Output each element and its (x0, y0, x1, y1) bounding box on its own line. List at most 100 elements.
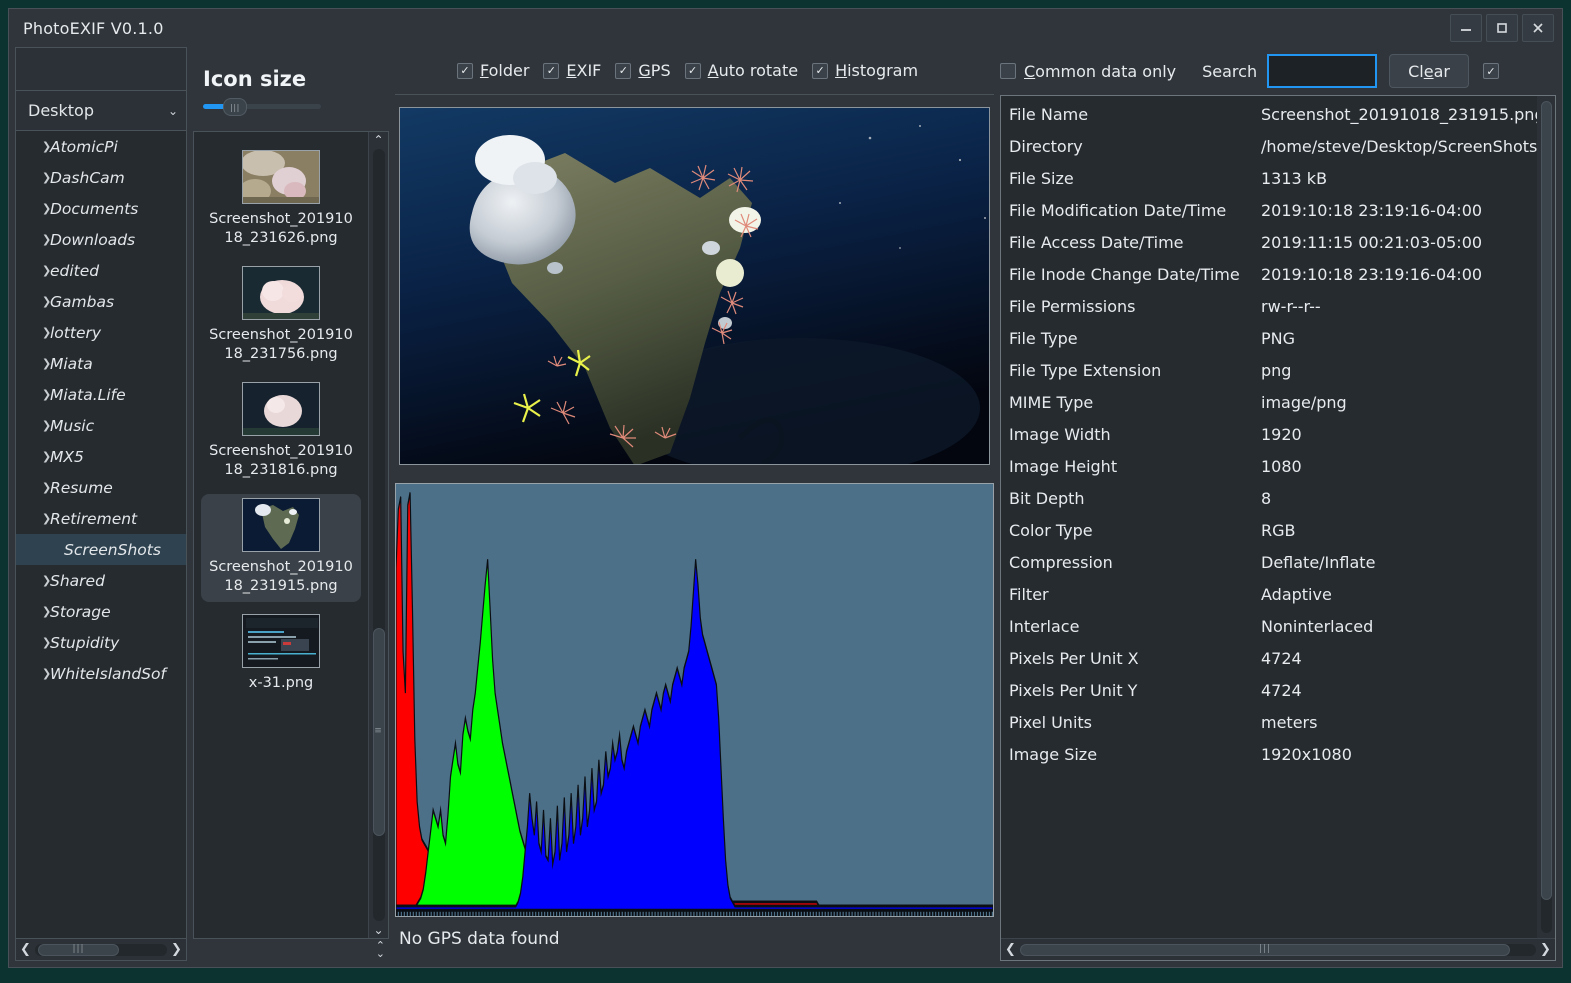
thumbnail-filename: x-31.png (206, 674, 356, 693)
exif-row[interactable]: Image Size1920x1080 (1009, 738, 1537, 770)
thumbnail-item[interactable]: x-31.png (201, 610, 361, 699)
exif-row[interactable]: File Access Date/Time2019:11:15 00:21:03… (1009, 226, 1537, 258)
folder-tree-item[interactable]: ❯Resume (16, 472, 186, 503)
exif-key: File Type (1009, 329, 1261, 348)
folder-tree-item[interactable]: ❯MX5 (16, 441, 186, 472)
folder-tree-item[interactable]: ❯Stupidity (16, 627, 186, 658)
scroll-right-icon[interactable]: ❯ (170, 943, 183, 956)
thumbnail-item[interactable]: Screenshot_20191018_231915.png (201, 494, 361, 602)
minimize-button[interactable] (1450, 14, 1482, 42)
checkbox[interactable] (812, 63, 828, 79)
clear-button[interactable]: Clear (1389, 54, 1469, 88)
exif-extra-checkbox[interactable] (1483, 63, 1499, 79)
exif-row[interactable]: File Type Extensionpng (1009, 354, 1537, 386)
main-body: Desktop ⌄ ❯AtomicPi❯DashCam❯Documents❯Do… (9, 47, 1562, 967)
folder-tree-item[interactable]: ❯Shared (16, 565, 186, 596)
exif-key: MIME Type (1009, 393, 1261, 412)
exif-row[interactable]: File NameScreenshot_20191018_231915.png (1009, 98, 1537, 130)
exif-row[interactable]: Pixels Per Unit Y4724 (1009, 674, 1537, 706)
exif-row[interactable]: Bit Depth8 (1009, 482, 1537, 514)
thumbnail-item[interactable]: Screenshot_20191018_231626.png (201, 146, 361, 254)
toolbar-option-folder[interactable]: Folder (457, 61, 529, 80)
exif-row[interactable]: Pixel Unitsmeters (1009, 706, 1537, 738)
folder-tree-item[interactable]: ScreenShots (16, 534, 186, 565)
spinner-down-icon[interactable]: ⌄ (376, 950, 385, 958)
checkbox[interactable] (615, 63, 631, 79)
folder-tree-item[interactable]: ❯DashCam (16, 162, 186, 193)
folder-tree-item[interactable]: ❯edited (16, 255, 186, 286)
toolbar-option-exif[interactable]: EXIF (543, 61, 601, 80)
exif-hscroll-track[interactable]: ||| (1020, 944, 1536, 956)
hscroll-track[interactable]: ||| (35, 944, 167, 956)
exif-hscrollbar[interactable]: ❮ ||| ❯ (1001, 938, 1555, 960)
exif-row[interactable]: Image Height1080 (1009, 450, 1537, 482)
exif-key: File Permissions (1009, 297, 1261, 316)
exif-row[interactable]: Color TypeRGB (1009, 514, 1537, 546)
common-data-only-checkbox[interactable] (1000, 63, 1016, 79)
folder-tree-item[interactable]: ❯Storage (16, 596, 186, 627)
folder-tree-item[interactable]: ❯Retirement (16, 503, 186, 534)
exif-scroll-right-icon[interactable]: ❯ (1539, 943, 1552, 956)
exif-row[interactable]: File TypePNG (1009, 322, 1537, 354)
folder-tree-item[interactable]: ❯Miata (16, 348, 186, 379)
filter-box[interactable] (15, 47, 187, 91)
toolbar-option-auto-rotate[interactable]: Auto rotate (685, 61, 798, 80)
exif-key: File Modification Date/Time (1009, 201, 1261, 220)
scroll-up-icon[interactable]: ⌃ (373, 134, 383, 146)
exif-panel: Common data only Search Clear File NameS… (1000, 47, 1556, 961)
toolbar-option-gps[interactable]: GPS (615, 61, 670, 80)
exif-row[interactable]: File Modification Date/Time2019:10:18 23… (1009, 194, 1537, 226)
exif-row[interactable]: Pixels Per Unit X4724 (1009, 642, 1537, 674)
thumbnail-list[interactable]: Screenshot_20191018_231626.pngScreenshot… (194, 132, 368, 938)
checkbox[interactable] (685, 63, 701, 79)
exif-vscrollbar[interactable] (1537, 96, 1555, 938)
exif-vscroll-track[interactable] (1541, 101, 1552, 933)
root-path-combo[interactable]: Desktop ⌄ (15, 91, 187, 131)
exif-row[interactable]: File Size1313 kB (1009, 162, 1537, 194)
folder-tree-item[interactable]: ❯lottery (16, 317, 186, 348)
exif-scroll-left-icon[interactable]: ❮ (1004, 943, 1017, 956)
exif-row[interactable]: CompressionDeflate/Inflate (1009, 546, 1537, 578)
scroll-down-icon[interactable]: ⌄ (373, 924, 383, 936)
search-input[interactable] (1267, 54, 1377, 88)
exif-value: meters (1261, 713, 1317, 732)
exif-row[interactable]: Directory/home/steve/Desktop/ScreenShots (1009, 130, 1537, 162)
folder-tree[interactable]: ❯AtomicPi❯DashCam❯Documents❯Downloads❯ed… (15, 131, 187, 939)
folder-tree-item[interactable]: ❯Documents (16, 193, 186, 224)
maximize-button[interactable] (1486, 14, 1518, 42)
folder-tree-item[interactable]: ❯Music (16, 410, 186, 441)
thumbnail-spinner[interactable]: ⌃ ⌄ (376, 942, 385, 958)
thumbnail-item[interactable]: Screenshot_20191018_231756.png (201, 262, 361, 370)
scroll-left-icon[interactable]: ❮ (19, 943, 32, 956)
folder-tree-item[interactable]: ❯WhiteIslandSof (16, 658, 186, 689)
thumbnail-image (242, 498, 320, 552)
exif-row[interactable]: FilterAdaptive (1009, 578, 1537, 610)
folder-tree-item[interactable]: ❯AtomicPi (16, 131, 186, 162)
checkbox[interactable] (543, 63, 559, 79)
exif-row[interactable]: MIME Typeimage/png (1009, 386, 1537, 418)
hscroll-thumb[interactable]: ||| (38, 944, 120, 956)
exif-row[interactable]: File Permissionsrw-r--r-- (1009, 290, 1537, 322)
exif-hscroll-thumb[interactable]: ||| (1020, 944, 1510, 956)
checkbox[interactable] (457, 63, 473, 79)
exif-value: rw-r--r-- (1261, 297, 1321, 316)
exif-row[interactable]: Image Width1920 (1009, 418, 1537, 450)
vscroll-track[interactable]: ≡ (373, 149, 385, 921)
exif-row[interactable]: InterlaceNoninterlaced (1009, 610, 1537, 642)
thumbnail-item[interactable]: Screenshot_20191018_231816.png (201, 378, 361, 486)
preview-image[interactable] (399, 107, 990, 465)
close-button[interactable] (1522, 14, 1554, 42)
folder-tree-item[interactable]: ❯Miata.Life (16, 379, 186, 410)
icon-size-slider[interactable]: ||| (203, 101, 323, 111)
slider-handle[interactable]: ||| (223, 98, 247, 116)
toolbar-option-histogram[interactable]: Histogram (812, 61, 918, 80)
folder-tree-hscrollbar[interactable]: ❮ ||| ❯ (15, 939, 187, 961)
folder-tree-item[interactable]: ❯Gambas (16, 286, 186, 317)
folder-tree-item[interactable]: ❯Downloads (16, 224, 186, 255)
vscroll-thumb[interactable]: ≡ (373, 628, 385, 836)
exif-key: Pixels Per Unit Y (1009, 681, 1261, 700)
exif-table[interactable]: File NameScreenshot_20191018_231915.pngD… (1001, 96, 1537, 938)
exif-vscroll-thumb[interactable] (1541, 101, 1552, 900)
exif-row[interactable]: File Inode Change Date/Time2019:10:18 23… (1009, 258, 1537, 290)
thumbnail-vscrollbar[interactable]: ⌃ ≡ ⌄ (368, 132, 388, 938)
